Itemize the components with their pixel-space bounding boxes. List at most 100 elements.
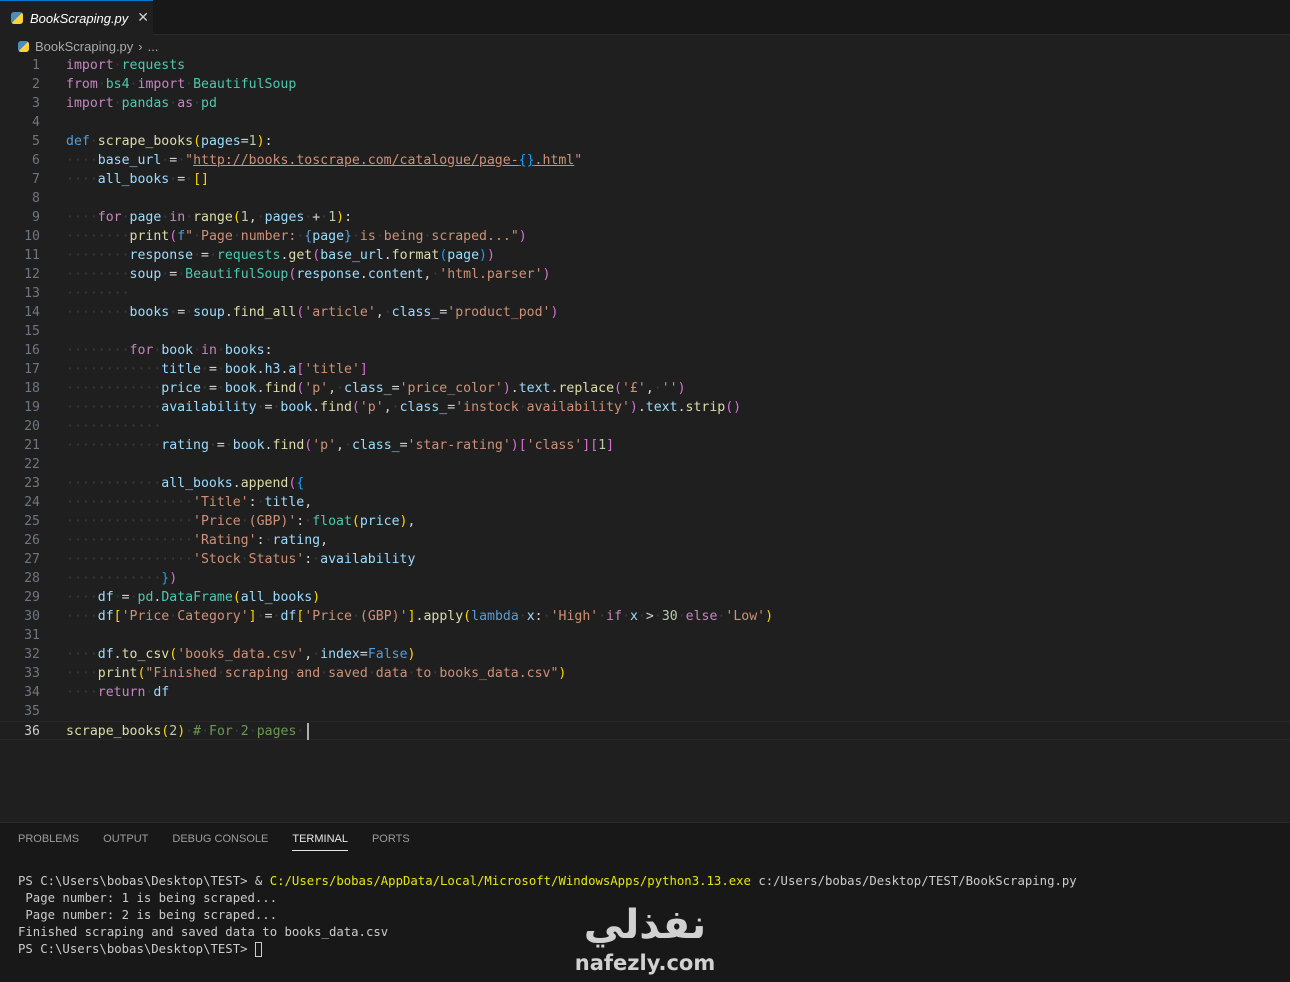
code-line[interactable]: 15 xyxy=(0,322,1290,341)
code-token: ) xyxy=(169,571,178,586)
code-token: df xyxy=(153,685,170,700)
tab-debug-console[interactable]: DEBUG CONSOLE xyxy=(172,833,268,851)
code-text: ················'Price·(GBP)':·float(pri… xyxy=(66,512,415,531)
whitespace-marker: · xyxy=(185,724,194,739)
code-line[interactable]: 1 import·requests xyxy=(0,56,1290,75)
code-token: 'Price xyxy=(121,609,170,624)
code-line[interactable]: 31 xyxy=(0,626,1290,645)
code-line[interactable]: 6 ····base_url·=·"http://books.toscrape.c… xyxy=(0,151,1290,170)
code-token: . xyxy=(677,400,686,415)
code-token: import xyxy=(137,77,186,92)
line-number: 5 xyxy=(32,134,40,149)
code-token: df xyxy=(97,609,114,624)
terminal-output[interactable]: PS C:\Users\bobas\Desktop\TEST> & C:/Use… xyxy=(18,873,1077,958)
code-token: ( xyxy=(169,647,178,662)
whitespace-marker: · xyxy=(224,438,233,453)
code-token: DataFrame xyxy=(161,590,233,605)
code-token: df xyxy=(97,590,114,605)
code-line[interactable]: 8 xyxy=(0,189,1290,208)
code-line[interactable]: 22 xyxy=(0,455,1290,474)
code-line[interactable]: 10 ········print(f"·Page·number:·{page}·i… xyxy=(0,227,1290,246)
code-token: , xyxy=(248,210,257,225)
panel-tabs: PROBLEMS OUTPUT DEBUG CONSOLE TERMINAL PORTS xyxy=(18,833,434,851)
code-line[interactable]: 30 ····df['Price·Category']·=·df['Price·(… xyxy=(0,607,1290,626)
tab-output[interactable]: OUTPUT xyxy=(103,833,148,851)
code-token: all_books xyxy=(240,590,313,605)
code-token: ) xyxy=(399,514,408,529)
whitespace-marker: · xyxy=(113,58,122,73)
code-line[interactable]: 17 ············title·=·book.h3.a['title'] xyxy=(0,360,1290,379)
code-line[interactable]: 9 ····for·page·in·range(1,·pages·+·1): xyxy=(0,208,1290,227)
code-token: = xyxy=(121,590,130,605)
code-line[interactable]: 23 ············all_books.append({ xyxy=(0,474,1290,493)
whitespace-marker: · xyxy=(367,666,376,681)
code-token: = xyxy=(169,267,178,282)
code-text: import·pandas·as·pd xyxy=(66,94,217,113)
code-token: ) xyxy=(677,381,686,396)
code-token: f xyxy=(177,229,186,244)
code-line[interactable]: 34 ····return·df xyxy=(0,683,1290,702)
code-token: ( xyxy=(169,229,178,244)
code-token: ( xyxy=(463,609,472,624)
whitespace-marker: · xyxy=(653,609,662,624)
code-line[interactable]: 20 ············ xyxy=(0,417,1290,436)
code-line[interactable]: 24 ················'Title':·title, xyxy=(0,493,1290,512)
whitespace-marker: · xyxy=(256,609,265,624)
code-line[interactable]: 2 from·bs4·import·BeautifulSoup xyxy=(0,75,1290,94)
code-line[interactable]: 28 ············}) xyxy=(0,569,1290,588)
code-line[interactable]: 29 ····df·=·pd.DataFrame(all_books) xyxy=(0,588,1290,607)
whitespace-marker: · xyxy=(312,647,321,662)
code-line[interactable]: 3 import·pandas·as·pd xyxy=(0,94,1290,113)
code-token: 'Title' xyxy=(193,495,249,510)
code-line[interactable]: 36 scrape_books(2)·#·For·2·pages· xyxy=(0,721,1290,740)
whitespace-marker: · xyxy=(193,229,202,244)
code-line[interactable]: 27 ················'Stock·Status':·availa… xyxy=(0,550,1290,569)
code-line[interactable]: 26 ················'Rating':·rating, xyxy=(0,531,1290,550)
code-editor[interactable]: 1 import·requests 2 from·bs4·import·Beautif… xyxy=(0,56,1290,766)
code-line[interactable]: 16 ········for·book·in·books: xyxy=(0,341,1290,360)
tab-ports[interactable]: PORTS xyxy=(372,833,410,851)
code-token: class_ xyxy=(399,400,448,415)
python-file-icon xyxy=(11,12,23,24)
code-line[interactable]: 14 ········books·=·soup.find_all('article… xyxy=(0,303,1290,322)
whitespace-marker: · xyxy=(169,172,178,187)
code-token: . xyxy=(510,381,519,396)
code-line[interactable]: 7 ····all_books·=·[] xyxy=(0,170,1290,189)
code-token: : xyxy=(534,609,543,624)
code-token: 'class' xyxy=(526,438,583,453)
whitespace-marker: · xyxy=(637,609,646,624)
whitespace-marker: ···· xyxy=(66,153,98,168)
code-token: x xyxy=(630,609,638,624)
code-line[interactable]: 12 ········soup·=·BeautifulSoup(response.… xyxy=(0,265,1290,284)
code-line[interactable]: 32 ····df.to_csv('books_data.csv',·index=… xyxy=(0,645,1290,664)
code-line[interactable]: 11 ········response·=·requests.get(base_u… xyxy=(0,246,1290,265)
code-token: 'price_color' xyxy=(399,381,503,396)
editor-tab-bookscraping[interactable]: BookScraping.py ✕ xyxy=(0,0,153,35)
code-line[interactable]: 4 xyxy=(0,113,1290,132)
whitespace-marker: · xyxy=(296,724,305,739)
code-token: float xyxy=(312,514,352,529)
code-line[interactable]: 5 def·scrape_books(pages=1): xyxy=(0,132,1290,151)
code-token: 'Stock xyxy=(193,552,241,567)
breadcrumb-more[interactable]: ... xyxy=(148,39,159,54)
code-line[interactable]: 35 xyxy=(0,702,1290,721)
code-line[interactable]: 21 ············rating·=·book.find('p',·cl… xyxy=(0,436,1290,455)
code-token: > xyxy=(645,609,654,624)
code-line[interactable]: 13 ········ xyxy=(0,284,1290,303)
code-token: . xyxy=(232,476,241,491)
code-token: = xyxy=(216,438,225,453)
whitespace-marker: · xyxy=(351,229,360,244)
code-line[interactable]: 18 ············price·=·book.find('p',·cla… xyxy=(0,379,1290,398)
breadcrumb-file[interactable]: BookScraping.py xyxy=(35,39,133,54)
code-line[interactable]: 19 ············availability·=·book.find('… xyxy=(0,398,1290,417)
tab-problems[interactable]: PROBLEMS xyxy=(18,833,79,851)
tab-terminal[interactable]: TERMINAL xyxy=(292,833,348,851)
code-token: text xyxy=(518,381,551,396)
code-line[interactable]: 33 ····print("Finished·scraping·and·saved… xyxy=(0,664,1290,683)
whitespace-marker: · xyxy=(518,609,527,624)
close-icon[interactable]: ✕ xyxy=(137,10,149,26)
code-line[interactable]: 25 ················'Price·(GBP)':·float(p… xyxy=(0,512,1290,531)
code-token: 'instock xyxy=(455,400,519,415)
terminal-script-path: c:/Users/bobas/Desktop/TEST/BookScraping… xyxy=(750,874,1077,888)
code-token: class_ xyxy=(344,381,392,396)
